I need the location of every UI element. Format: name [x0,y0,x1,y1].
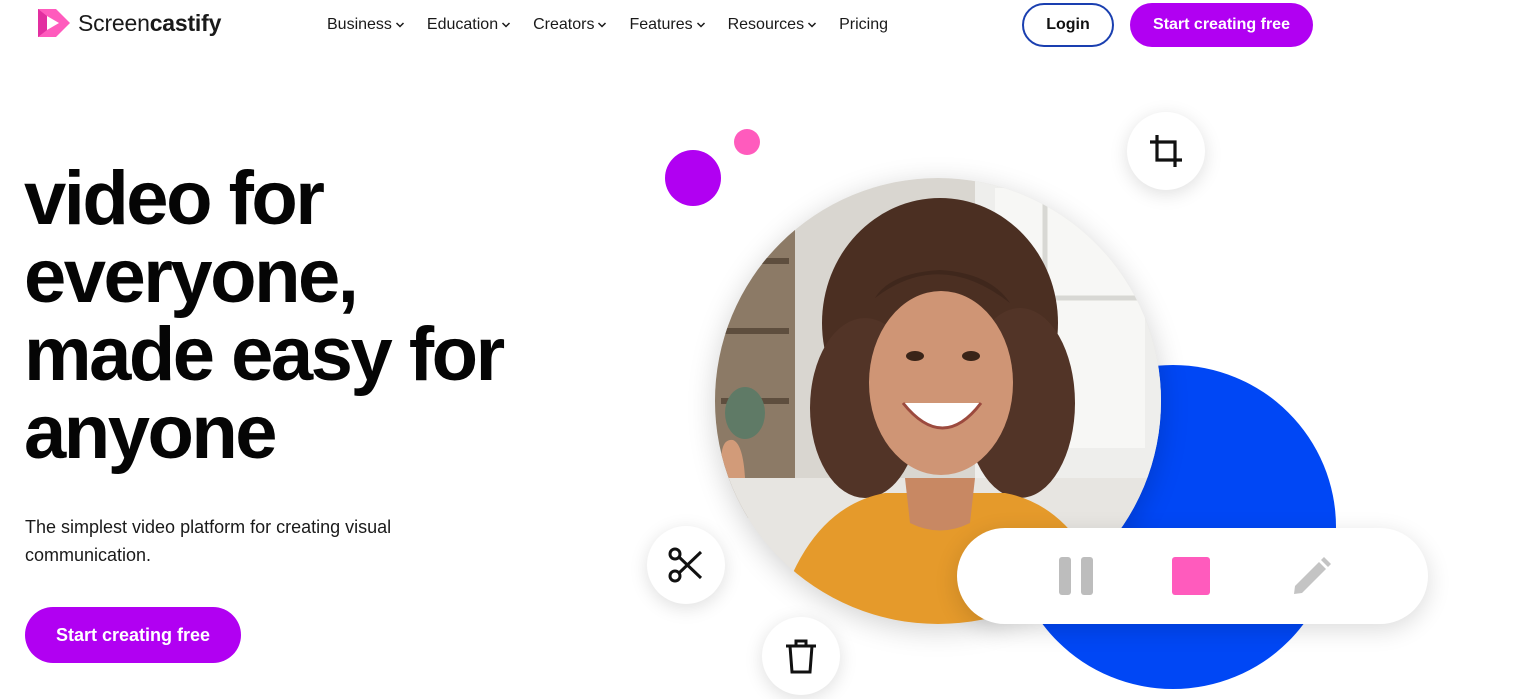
nav-item-pricing[interactable]: Pricing [839,14,888,36]
main-nav: Business Education Creators Features Res… [327,14,910,36]
login-button[interactable]: Login [1022,3,1114,47]
decorative-pink-dot [734,129,760,155]
hero-headline-line: made easy for [24,312,505,397]
chevron-down-icon [598,22,607,28]
cut-button[interactable] [647,526,725,604]
trash-icon [786,639,816,674]
hero-headline-line: video for [24,156,325,241]
start-creating-free-button-header[interactable]: Start creating free [1130,3,1313,47]
hero-headline-line: everyone, [24,234,359,319]
nav-item-label: Education [426,16,499,33]
delete-button[interactable] [762,617,840,695]
scissors-icon [668,547,703,583]
hero-headline: video for everyone, made easy for anyone [24,160,624,472]
nav-item-business[interactable]: Business [327,14,405,36]
nav-item-label: Pricing [839,16,888,33]
nav-item-creators[interactable]: Creators [533,14,607,36]
nav-item-education[interactable]: Education [427,14,511,36]
nav-item-label: Creators [533,16,595,33]
crop-button[interactable] [1127,112,1205,190]
chevron-down-icon [395,22,404,28]
chevron-down-icon [696,22,705,28]
crop-icon [1150,135,1182,167]
nav-item-label: Features [629,16,693,33]
logo[interactable]: Screencastify [36,7,221,39]
nav-item-label: Resources [727,16,805,33]
chevron-down-icon [808,22,817,28]
hero-headline-line: anyone [24,390,278,475]
nav-item-label: Business [327,16,392,33]
nav-item-features[interactable]: Features [629,14,705,36]
start-creating-free-button-hero[interactable]: Start creating free [25,607,241,663]
hero-subtext: The simplest video platform for creating… [25,517,392,565]
nav-item-resources[interactable]: Resources [728,14,817,36]
pencil-icon[interactable] [1291,556,1331,596]
screencastify-logo-icon [38,9,70,37]
decorative-purple-dot [665,150,721,206]
chevron-down-icon [502,22,511,28]
stop-icon[interactable] [1171,556,1211,596]
pause-icon[interactable] [1057,556,1097,596]
recording-controls-bar [957,528,1428,624]
logo-text: Screencastify [78,9,222,36]
